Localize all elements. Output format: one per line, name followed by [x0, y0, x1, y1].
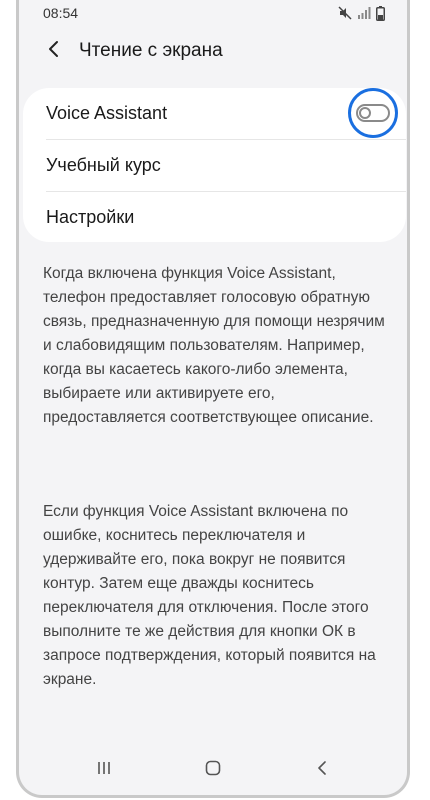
- setting-voice-assistant[interactable]: Voice Assistant: [23, 88, 406, 139]
- description-paragraph-2: Если функция Voice Assistant включена по…: [43, 503, 376, 688]
- status-icons: [338, 5, 385, 21]
- settings-card: Voice Assistant Учебный курс Настройки: [23, 88, 406, 242]
- description-paragraph-1: Когда включена функция Voice Assistant, …: [43, 265, 385, 426]
- status-bar: 08:54: [19, 0, 407, 26]
- setting-label: Voice Assistant: [46, 103, 168, 123]
- app-bar: Чтение с экрана: [19, 28, 407, 74]
- setting-tutorial[interactable]: Учебный курс: [23, 140, 406, 191]
- setting-label: Учебный курс: [46, 155, 161, 175]
- navigation-bar: [19, 745, 407, 795]
- battery-icon: [376, 5, 385, 21]
- chevron-left-icon: [47, 40, 61, 63]
- phone-screen: 08:54 Чтение с экрана Voice Assistant Уч…: [16, 0, 410, 798]
- back-button[interactable]: [39, 36, 69, 66]
- toggle-highlight: [348, 88, 398, 138]
- home-icon: [205, 760, 221, 781]
- page-title: Чтение с экрана: [79, 40, 223, 61]
- mute-icon: [338, 6, 352, 20]
- status-time: 08:54: [43, 5, 79, 21]
- back-nav-button[interactable]: [302, 750, 342, 790]
- recent-apps-button[interactable]: [84, 750, 124, 790]
- back-icon: [317, 760, 327, 781]
- toggle-knob: [359, 107, 371, 119]
- home-button[interactable]: [193, 750, 233, 790]
- recent-apps-icon: [96, 761, 112, 780]
- signal-icon: [357, 7, 371, 19]
- setting-settings[interactable]: Настройки: [23, 192, 406, 242]
- voice-assistant-toggle[interactable]: [356, 104, 390, 122]
- setting-label: Настройки: [46, 207, 135, 227]
